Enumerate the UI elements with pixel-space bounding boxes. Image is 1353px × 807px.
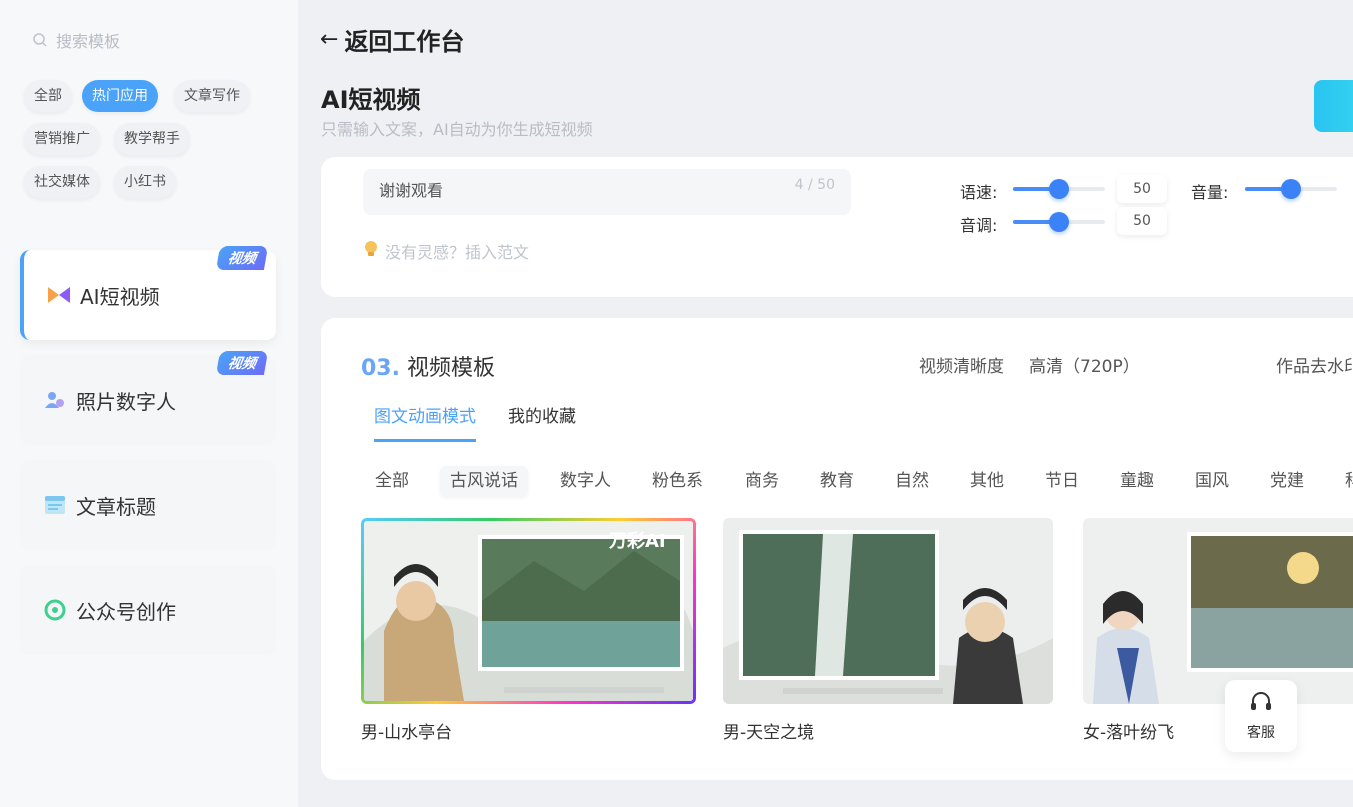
document-title-icon — [44, 494, 66, 516]
pitch-value[interactable]: 50 — [1117, 207, 1167, 235]
chip-article-writing[interactable]: 文章写作 — [174, 80, 250, 112]
category-ancient-style[interactable]: 古风说话 — [440, 466, 528, 496]
template-thumbnail — [723, 518, 1053, 704]
category-pink[interactable]: 粉色系 — [652, 466, 703, 496]
pitch-slider-knob[interactable] — [1049, 212, 1069, 232]
user-icon — [44, 389, 66, 411]
customer-service-label: 客服 — [1247, 725, 1275, 741]
chip-all[interactable]: 全部 — [24, 80, 72, 112]
page-title: AI短视频 — [321, 86, 421, 114]
official-account-icon — [44, 599, 66, 621]
volume-slider-knob[interactable] — [1281, 179, 1301, 199]
category-all[interactable]: 全部 — [375, 466, 409, 496]
bowtie-icon — [48, 284, 70, 306]
search-input[interactable]: 搜索模板 — [56, 28, 120, 52]
video-badge: 视频 — [215, 351, 269, 375]
video-template-card: 03. 视频模板 视频清晰度 高清（720P） 作品去水印 图文动画模式 我的收… — [321, 318, 1353, 780]
insert-sample-link[interactable]: 没有灵感？插入范文 — [363, 239, 529, 263]
template-label: 女-落叶纷飞 — [1083, 723, 1175, 743]
category-other[interactable]: 其他 — [970, 466, 1004, 496]
tab-animation-mode[interactable]: 图文动画模式 — [374, 402, 476, 442]
chip-teaching[interactable]: 教学帮手 — [114, 123, 190, 155]
speed-slider[interactable] — [1013, 179, 1105, 199]
category-kids[interactable]: 童趣 — [1120, 466, 1154, 496]
sidebar-item-ai-short-video[interactable]: AI短视频 视频 — [20, 246, 276, 340]
chip-social-media[interactable]: 社交媒体 — [24, 166, 100, 198]
template-label: 男-天空之境 — [723, 723, 815, 743]
sidebar-item-label: AI短视频 — [80, 284, 160, 309]
back-to-workspace-link[interactable]: ← 返回工作台 — [320, 22, 464, 57]
chip-marketing[interactable]: 营销推广 — [24, 123, 100, 155]
headset-icon — [1249, 690, 1273, 718]
sidebar-item-article-title[interactable]: 文章标题 — [20, 460, 276, 550]
hint-text: 没有灵感？插入范文 — [385, 243, 530, 262]
category-digital-human[interactable]: 数字人 — [560, 466, 611, 496]
script-settings-card: 谢谢观看 4 / 50 没有灵感？插入范文 语速: 50 音量: 音调: 50 — [321, 157, 1353, 297]
sidebar: 搜索模板 全部 热门应用 文章写作 营销推广 教学帮手 社交媒体 小红书 AI短… — [0, 0, 298, 807]
speed-value[interactable]: 50 — [1117, 175, 1167, 203]
quality-label: 视频清晰度 — [919, 357, 1004, 377]
script-textarea[interactable]: 谢谢观看 4 / 50 — [363, 169, 851, 215]
section-number: 03. — [361, 356, 400, 381]
pitch-slider[interactable] — [1013, 212, 1105, 232]
tab-my-favorites[interactable]: 我的收藏 — [508, 402, 576, 439]
search-icon — [33, 33, 47, 47]
char-counter: 4 / 50 — [794, 177, 835, 193]
category-national-style[interactable]: 国风 — [1195, 466, 1229, 496]
lightbulb-icon — [363, 240, 379, 262]
speed-label: 语速: — [960, 183, 998, 202]
customer-service-button[interactable]: 客服 — [1225, 680, 1297, 752]
category-more[interactable]: 科 — [1345, 466, 1353, 496]
chip-hot-apps[interactable]: 热门应用 — [82, 80, 158, 112]
section-title: 视频模板 — [406, 356, 495, 381]
sidebar-item-label: 文章标题 — [76, 494, 156, 519]
volume-slider[interactable] — [1245, 179, 1337, 199]
script-text: 谢谢观看 — [379, 181, 444, 200]
back-label: 返回工作台 — [344, 28, 465, 56]
category-nature[interactable]: 自然 — [895, 466, 929, 496]
generate-button[interactable] — [1314, 80, 1353, 132]
quality-select[interactable]: 高清（720P） — [1029, 352, 1140, 377]
volume-label: 音量: — [1191, 183, 1229, 202]
template-search[interactable]: 搜索模板 — [32, 28, 120, 52]
remove-watermark-option[interactable]: 作品去水印 — [1276, 352, 1353, 377]
speed-slider-knob[interactable] — [1049, 179, 1069, 199]
thumbnail-watermark-text: 万彩AI — [609, 531, 666, 552]
chip-xiaohongshu[interactable]: 小红书 — [114, 166, 176, 198]
category-business[interactable]: 商务 — [745, 466, 779, 496]
video-badge: 视频 — [215, 246, 269, 270]
pitch-label: 音调: — [960, 216, 998, 235]
sidebar-item-wechat-article[interactable]: 公众号创作 — [20, 565, 276, 655]
category-holiday[interactable]: 节日 — [1045, 466, 1079, 496]
category-education[interactable]: 教育 — [820, 466, 854, 496]
sidebar-item-label: 公众号创作 — [76, 599, 176, 624]
template-label: 男-山水亭台 — [361, 723, 453, 743]
page-subtitle: 只需输入文案，AI自动为你生成短视频 — [321, 120, 593, 139]
template-card-sky-realm[interactable] — [723, 518, 1053, 704]
arrow-left-icon: ← — [320, 27, 339, 52]
template-thumbnail — [1083, 518, 1353, 704]
sidebar-item-label: 照片数字人 — [76, 389, 176, 414]
section-heading: 03. 视频模板 — [361, 350, 495, 382]
template-card-mountain-pavilion[interactable]: 万彩AI — [361, 518, 696, 704]
category-party-building[interactable]: 党建 — [1270, 466, 1304, 496]
sidebar-item-photo-avatar[interactable]: 照片数字人 视频 — [20, 351, 276, 445]
template-card-falling-leaves[interactable] — [1083, 518, 1353, 704]
